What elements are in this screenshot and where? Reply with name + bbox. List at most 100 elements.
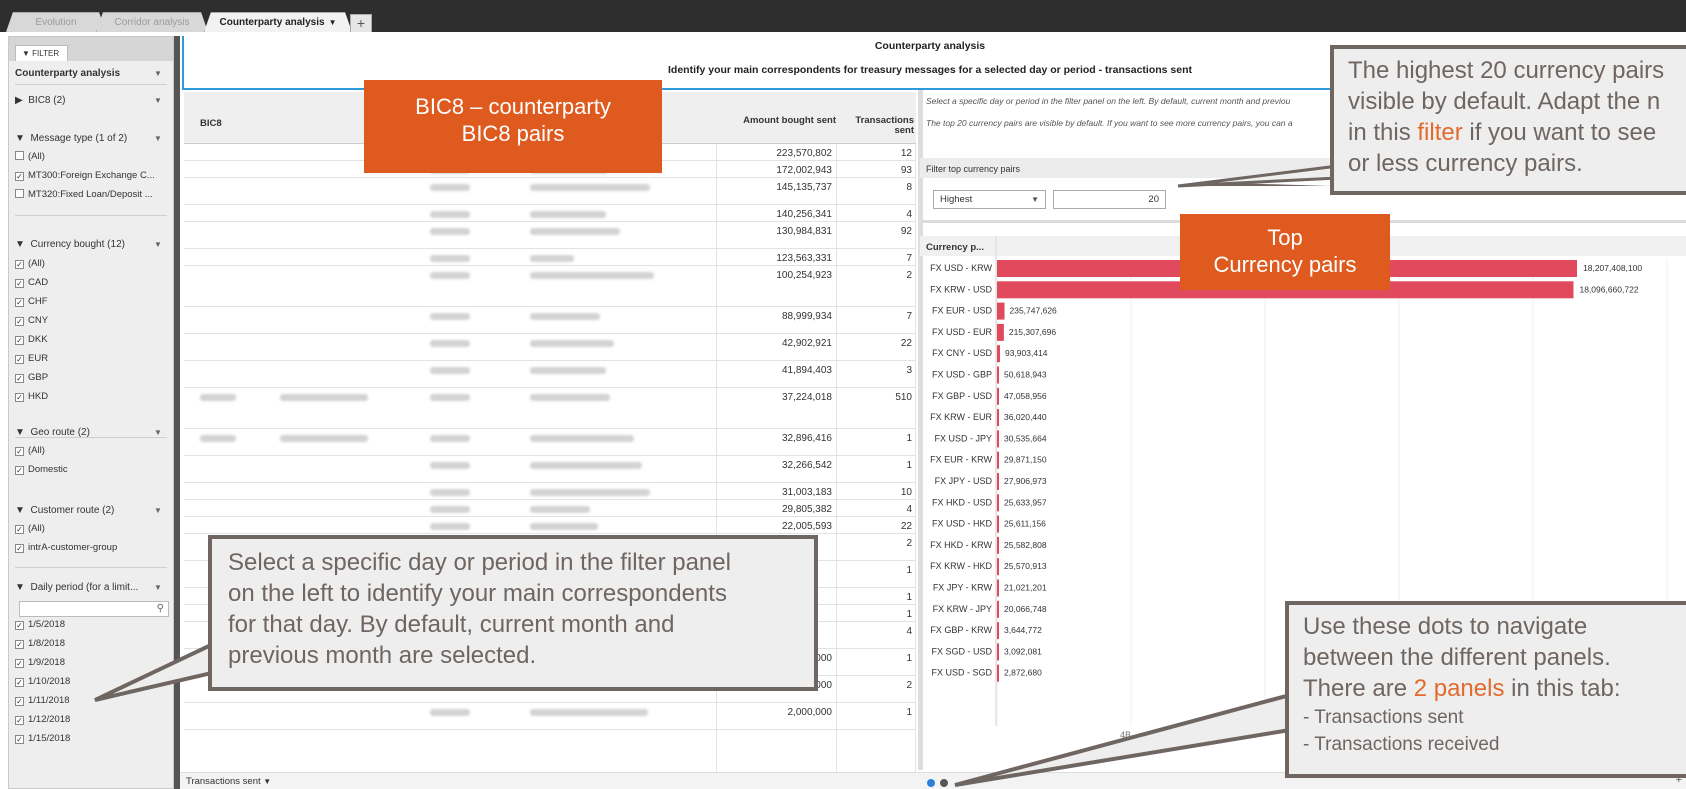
checkbox[interactable]: ✓ xyxy=(15,336,24,345)
checkbox[interactable] xyxy=(15,189,24,198)
checkbox[interactable]: ✓ xyxy=(15,525,24,534)
filter-checkbox-item[interactable]: ✓ MT300:Foreign Exchange C... xyxy=(15,170,167,181)
filter-checkbox-item[interactable]: ✓ 1/9/2018 xyxy=(15,657,167,668)
column-header-bic8[interactable]: BIC8 xyxy=(200,118,222,129)
filter-checkbox-item[interactable]: ✓ 1/5/2018 xyxy=(15,619,167,630)
tab-evolution[interactable]: Evolution xyxy=(6,12,106,32)
checkbox[interactable]: ✓ xyxy=(15,298,24,307)
panel-separator[interactable] xyxy=(174,36,180,789)
bar[interactable] xyxy=(997,622,999,640)
daily-period-title[interactable]: ▼ Daily period (for a limit... xyxy=(15,582,138,593)
filter-checkbox-item[interactable]: ✓ 1/15/2018 xyxy=(15,733,167,744)
chevron-down-icon[interactable]: ▼ xyxy=(154,69,162,78)
checkbox[interactable]: ✓ xyxy=(15,716,24,725)
filter-checkbox-item[interactable]: MT320:Fixed Loan/Deposit ... xyxy=(15,189,167,200)
date-search-input[interactable]: ⚲ xyxy=(19,601,169,617)
checkbox[interactable]: ✓ xyxy=(15,279,24,288)
column-header-transactions[interactable]: Transactions sent xyxy=(836,116,916,136)
bar[interactable] xyxy=(997,664,999,682)
tab-corridor-analysis[interactable]: Corridor analysis xyxy=(96,12,208,32)
filter-checkbox-item[interactable]: ✓ CAD xyxy=(15,277,167,288)
filter-checkbox-item[interactable]: (All) xyxy=(15,151,167,162)
table-row[interactable]: 32,266,542 1 xyxy=(184,456,916,483)
message-type-title[interactable]: ▼ Message type (1 of 2) xyxy=(15,133,127,144)
filter-tab[interactable]: ▼ FILTER xyxy=(15,45,69,61)
checkbox[interactable]: ✓ xyxy=(15,735,24,744)
bar[interactable] xyxy=(997,430,999,448)
tab-counterparty-analysis[interactable]: Counterparty analysis ▼ xyxy=(204,12,352,32)
bic8-filter-title[interactable]: ▶ BIC8 (2) xyxy=(15,95,65,106)
checkbox[interactable]: ✓ xyxy=(15,544,24,553)
table-row[interactable]: 29,805,382 4 xyxy=(184,500,916,517)
checkbox[interactable]: ✓ xyxy=(15,355,24,364)
filter-checkbox-item[interactable]: ✓ (All) xyxy=(15,258,167,269)
filter-checkbox-item[interactable]: ✓ CNY xyxy=(15,315,167,326)
top-count-input[interactable]: 20 xyxy=(1053,190,1166,209)
table-row[interactable]: 123,563,331 7 xyxy=(184,249,916,266)
checkbox[interactable]: ✓ xyxy=(15,393,24,402)
filter-checkbox-item[interactable]: ✓ 1/12/2018 xyxy=(15,714,167,725)
table-row[interactable]: 31,003,183 10 xyxy=(184,483,916,500)
filter-checkbox-item[interactable]: ✓ 1/10/2018 xyxy=(15,676,167,687)
filter-checkbox-item[interactable]: ✓ (All) xyxy=(15,523,167,534)
bar[interactable] xyxy=(997,302,1005,320)
filter-checkbox-item[interactable]: ✓ 1/8/2018 xyxy=(15,638,167,649)
table-row[interactable]: 100,254,923 2 xyxy=(184,266,916,307)
filter-checkbox-item[interactable]: ✓ 1/11/2018 xyxy=(15,695,167,706)
bar[interactable] xyxy=(997,600,999,618)
customer-route-title[interactable]: ▼ Customer route (2) xyxy=(15,505,114,516)
chevron-down-icon[interactable]: ▼ xyxy=(154,134,162,143)
table-row[interactable]: 130,984,831 92 xyxy=(184,222,916,249)
checkbox[interactable]: ✓ xyxy=(15,172,24,181)
table-row[interactable]: 88,999,934 7 xyxy=(184,307,916,334)
filter-checkbox-item[interactable]: ✓ (All) xyxy=(15,445,167,456)
checkbox[interactable]: ✓ xyxy=(15,317,24,326)
geo-route-title[interactable]: ▼ Geo route (2) xyxy=(15,427,90,438)
bar[interactable] xyxy=(997,366,999,384)
panel-selector[interactable]: Transactions sent ▼ xyxy=(186,776,271,787)
chevron-down-icon[interactable]: ▼ xyxy=(154,583,162,592)
bar[interactable] xyxy=(997,494,999,512)
panel-dot-active[interactable] xyxy=(927,779,935,787)
filter-checkbox-item[interactable]: ✓ GBP xyxy=(15,372,167,383)
chevron-down-icon[interactable]: ▼ xyxy=(154,96,162,105)
checkbox[interactable]: ✓ xyxy=(15,621,24,630)
filter-checkbox-item[interactable]: ✓ CHF xyxy=(15,296,167,307)
bar[interactable] xyxy=(997,579,999,597)
checkbox[interactable]: ✓ xyxy=(15,374,24,383)
bar[interactable] xyxy=(997,536,999,554)
table-row[interactable]: 32,896,416 1 xyxy=(184,429,916,456)
column-header-amount[interactable]: Amount bought sent xyxy=(716,116,836,126)
chevron-down-icon[interactable]: ▼ xyxy=(329,18,337,27)
bar[interactable] xyxy=(997,345,1000,363)
currency-bought-title[interactable]: ▼ Currency bought (12) xyxy=(15,239,125,250)
filter-checkbox-item[interactable]: ✓ Domestic xyxy=(15,464,167,475)
checkbox[interactable]: ✓ xyxy=(15,260,24,269)
checkbox[interactable]: ✓ xyxy=(15,678,24,687)
table-row[interactable]: 41,894,403 3 xyxy=(184,361,916,388)
bar[interactable] xyxy=(997,558,999,576)
table-row[interactable]: 2,000,000 1 xyxy=(184,703,916,730)
bar[interactable] xyxy=(997,323,1004,341)
checkbox[interactable]: ✓ xyxy=(15,640,24,649)
checkbox[interactable]: ✓ xyxy=(15,466,24,475)
checkbox[interactable]: ✓ xyxy=(15,447,24,456)
top-order-select[interactable]: Highest ▼ xyxy=(933,190,1046,209)
table-row[interactable]: 145,135,737 8 xyxy=(184,178,916,205)
chevron-down-icon[interactable]: ▼ xyxy=(154,428,162,437)
checkbox[interactable] xyxy=(15,151,24,160)
filter-checkbox-item[interactable]: ✓ DKK xyxy=(15,334,167,345)
table-row[interactable]: 22,005,593 22 xyxy=(184,517,916,534)
bar[interactable] xyxy=(997,473,999,490)
bar[interactable] xyxy=(997,409,999,427)
bar[interactable] xyxy=(997,451,999,469)
panel-dot[interactable] xyxy=(940,779,948,787)
filter-checkbox-item[interactable]: ✓ HKD xyxy=(15,391,167,402)
filter-checkbox-item[interactable]: ✓ EUR xyxy=(15,353,167,364)
add-tab-button[interactable]: + xyxy=(350,14,372,32)
bar[interactable] xyxy=(997,643,999,661)
table-row[interactable]: 140,256,341 4 xyxy=(184,205,916,222)
table-row[interactable]: 37,224,018 510 xyxy=(184,388,916,429)
table-row[interactable]: 42,902,921 22 xyxy=(184,334,916,361)
filter-checkbox-item[interactable]: ✓ intrA-customer-group xyxy=(15,542,167,553)
